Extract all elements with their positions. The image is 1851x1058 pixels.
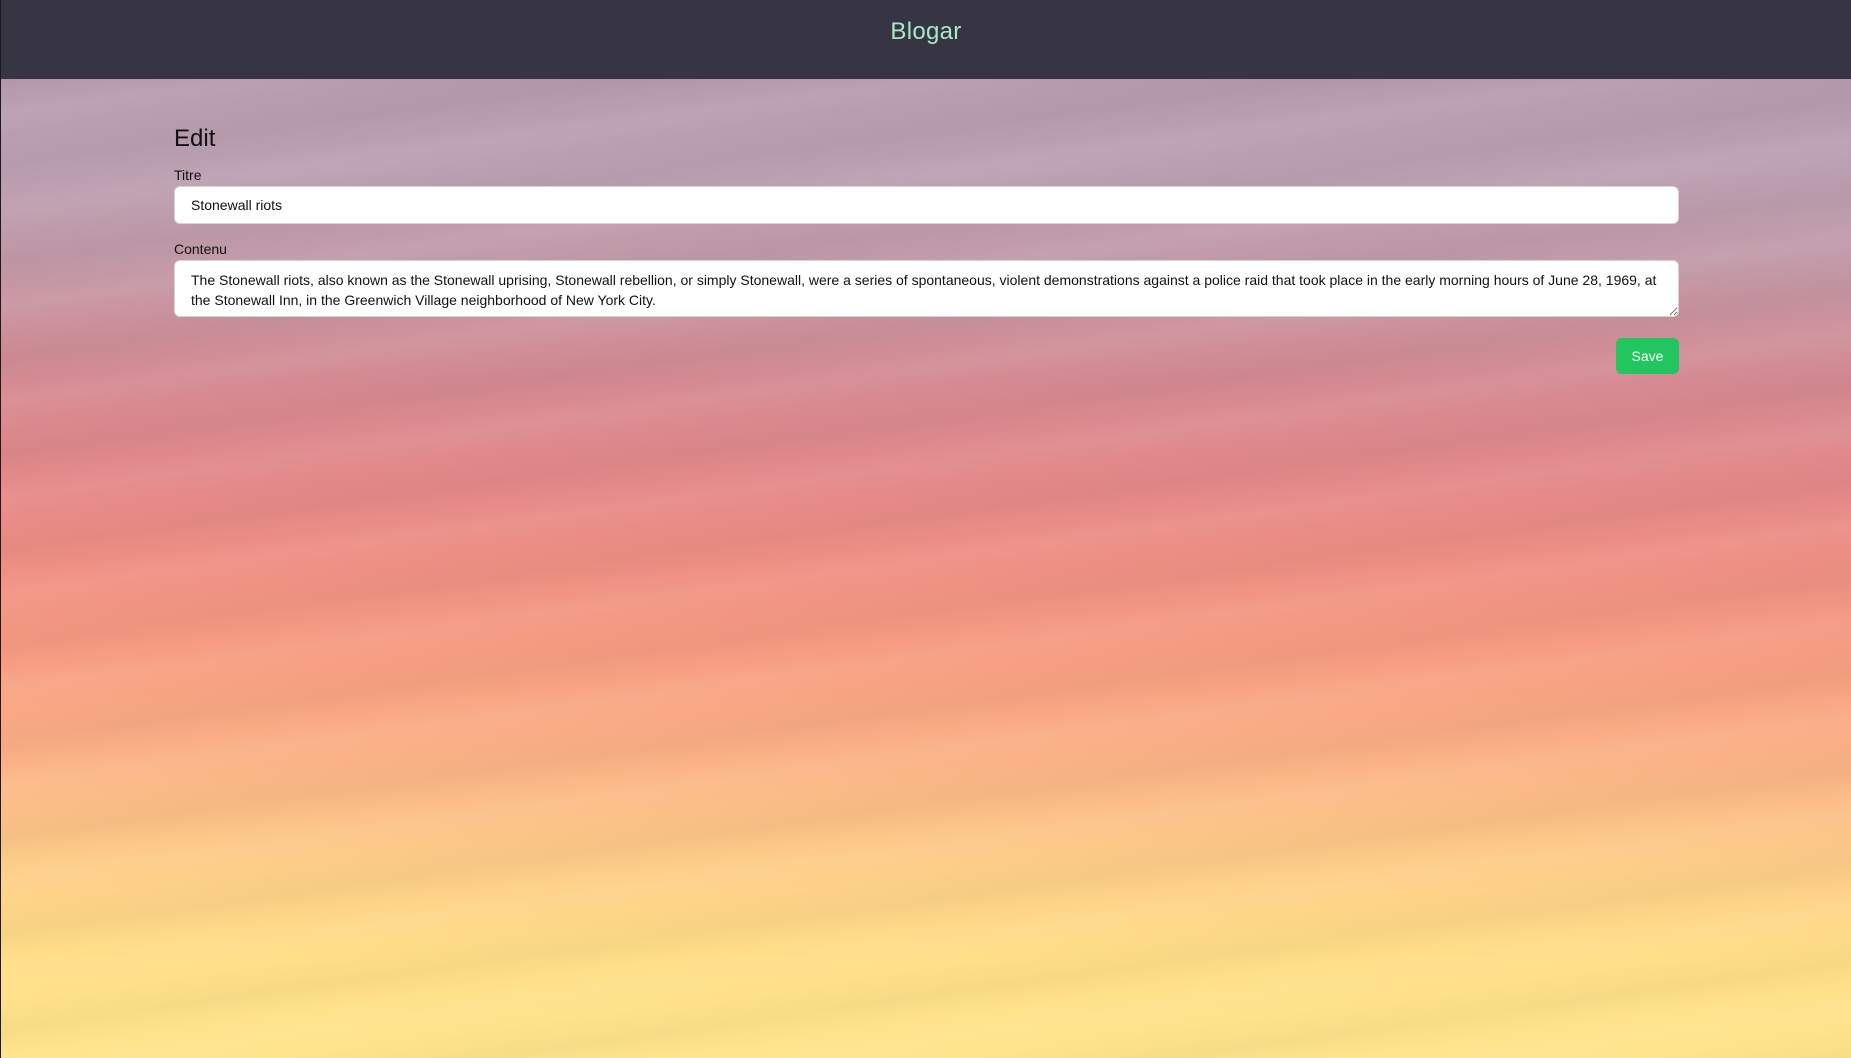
- page-title: Edit: [174, 125, 216, 152]
- top-navbar: Blogar: [1, 0, 1851, 79]
- content-label: Contenu: [174, 241, 227, 257]
- content-textarea[interactable]: The Stonewall riots, also known as the S…: [174, 260, 1679, 317]
- form-actions: Save: [174, 338, 1679, 374]
- brand-logo-text[interactable]: Blogar: [890, 18, 961, 46]
- edit-form: Edit Titre Contenu The Stonewall riots, …: [174, 125, 1679, 374]
- title-label: Titre: [174, 167, 202, 183]
- save-button[interactable]: Save: [1616, 338, 1679, 374]
- title-input[interactable]: [174, 186, 1679, 224]
